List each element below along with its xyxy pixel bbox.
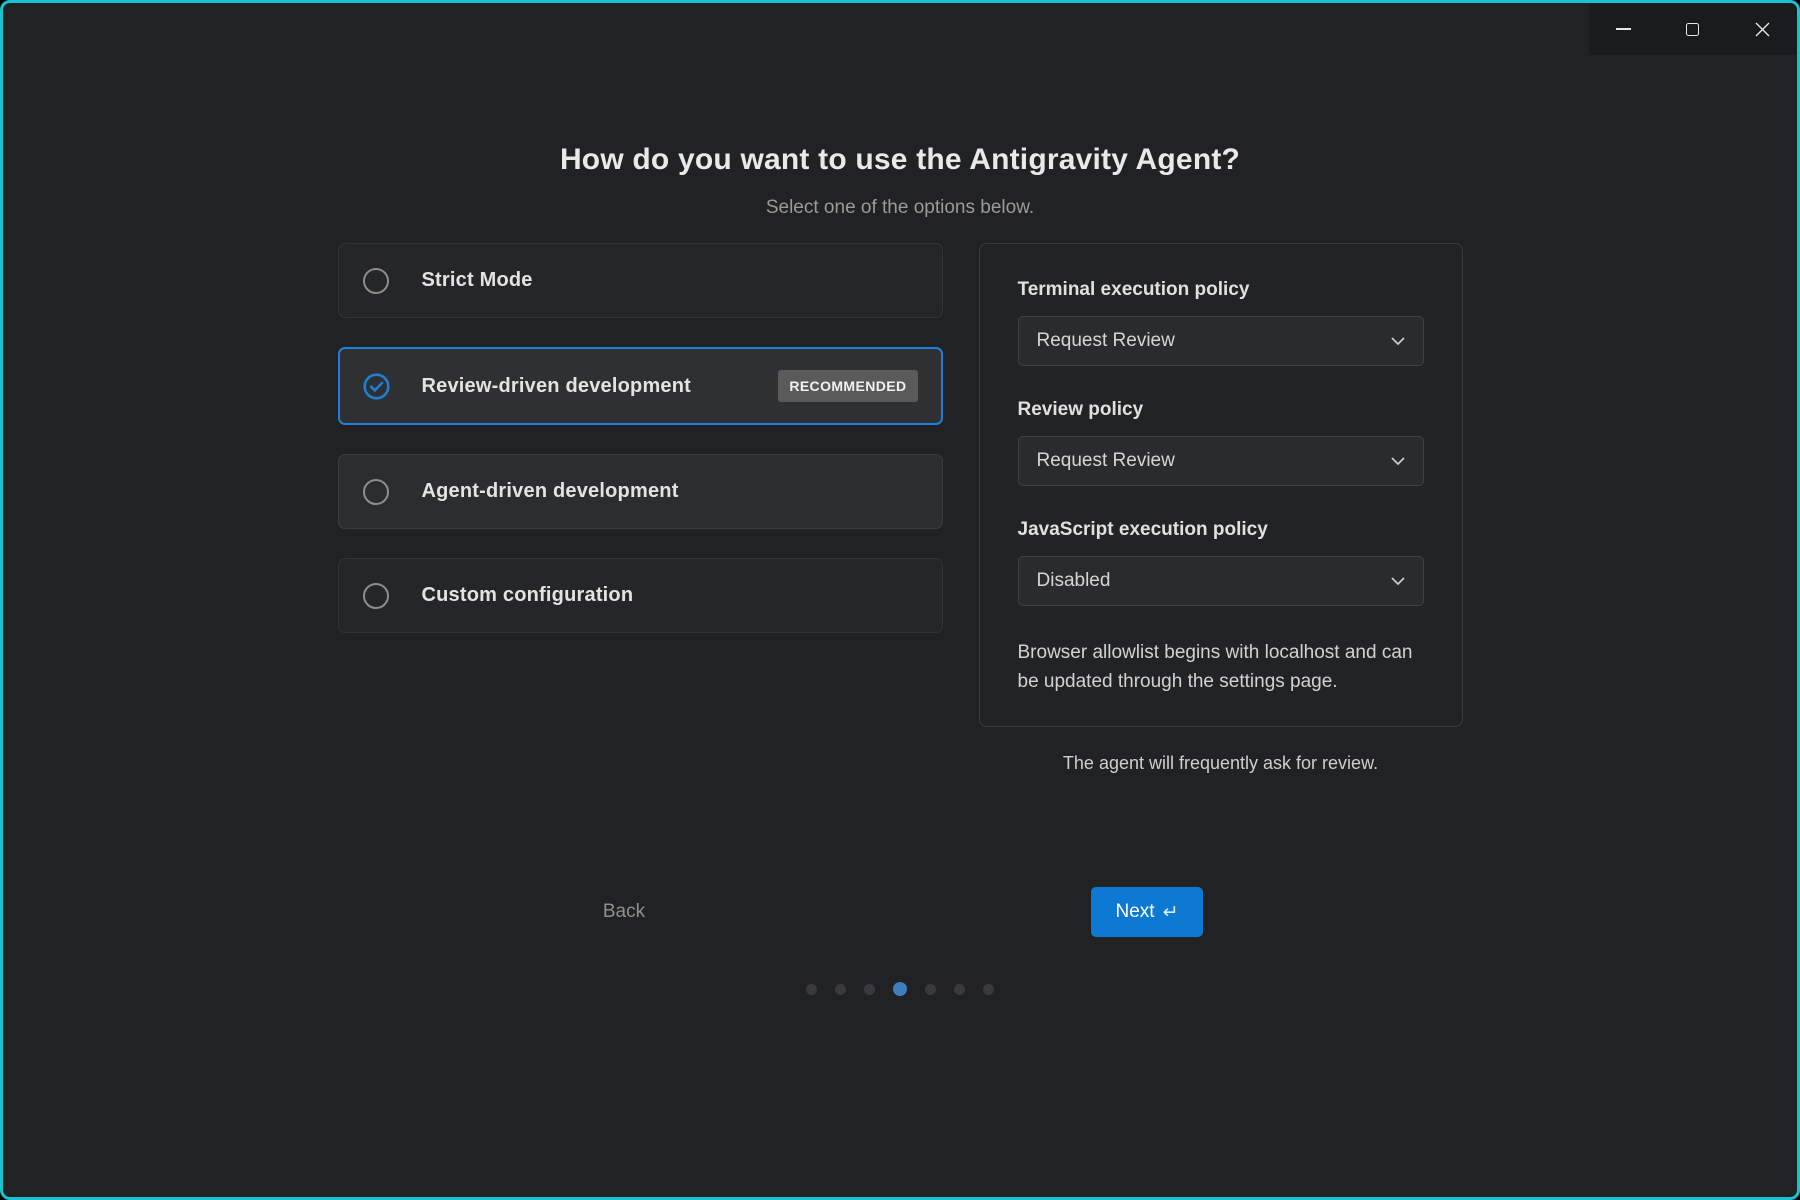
- recommended-badge: RECOMMENDED: [778, 370, 918, 402]
- progress-dot-active[interactable]: [893, 982, 907, 996]
- page-subtitle: Select one of the options below.: [765, 197, 1035, 218]
- progress-dot[interactable]: [983, 983, 994, 995]
- terminal-policy-select[interactable]: Request Review: [1017, 316, 1424, 366]
- radio-unselected-icon: [362, 267, 389, 294]
- option-label: Strict Mode: [421, 269, 533, 291]
- option-label: Review-driven development: [421, 374, 692, 397]
- radio-unselected-icon: [362, 478, 389, 505]
- progress-dot[interactable]: [954, 983, 965, 995]
- js-policy-label: JavaScript execution policy: [1017, 519, 1268, 540]
- option-strict-mode[interactable]: Strict Mode: [337, 243, 943, 318]
- radio-checked-icon: [362, 372, 390, 400]
- close-icon: [1755, 22, 1770, 36]
- progress-dot[interactable]: [925, 983, 936, 995]
- radio-unselected-icon: [362, 582, 389, 609]
- enter-key-icon: ↵: [1162, 901, 1179, 923]
- minimize-button[interactable]: [1589, 3, 1658, 55]
- policy-column: Terminal execution policy Request Review…: [978, 243, 1463, 774]
- mode-options-list: Strict Mode Review-driven development RE…: [337, 243, 943, 774]
- option-label: Custom configuration: [421, 584, 634, 606]
- option-agent-driven-development[interactable]: Agent-driven development: [337, 454, 943, 529]
- review-policy-label: Review policy: [1017, 399, 1144, 420]
- progress-dot[interactable]: [835, 983, 846, 995]
- option-label: Agent-driven development: [421, 480, 679, 502]
- next-button-label: Next: [1115, 901, 1155, 922]
- chevron-down-icon: [1391, 337, 1404, 345]
- chevron-down-icon: [1391, 577, 1404, 585]
- review-policy-select[interactable]: Request Review: [1017, 436, 1424, 486]
- terminal-policy-value: Request Review: [1036, 330, 1175, 351]
- maximize-icon: [1686, 22, 1700, 36]
- option-custom-configuration[interactable]: Custom configuration: [337, 558, 943, 633]
- policy-panel: Terminal execution policy Request Review…: [978, 243, 1463, 727]
- option-review-driven-development[interactable]: Review-driven development RECOMMENDED: [337, 347, 943, 425]
- review-policy-value: Request Review: [1036, 450, 1175, 471]
- js-policy-select[interactable]: Disabled: [1017, 556, 1424, 606]
- review-frequency-hint: The agent will frequently ask for review…: [1062, 753, 1379, 773]
- minimize-icon: [1616, 28, 1632, 30]
- progress-dots: [3, 981, 1797, 997]
- allowlist-note: Browser allowlist begins with localhost …: [1017, 642, 1413, 692]
- js-policy-value: Disabled: [1036, 570, 1111, 591]
- back-button[interactable]: Back: [574, 896, 674, 928]
- next-button[interactable]: Next ↵: [1091, 887, 1203, 937]
- titlebar-controls: [1589, 3, 1797, 55]
- main-columns: Strict Mode Review-driven development RE…: [3, 243, 1797, 774]
- close-button[interactable]: [1728, 3, 1797, 55]
- maximize-button[interactable]: [1658, 3, 1727, 55]
- progress-dot[interactable]: [864, 983, 875, 995]
- progress-dot[interactable]: [806, 983, 817, 995]
- chevron-down-icon: [1391, 457, 1404, 465]
- wizard-content: How do you want to use the Antigravity A…: [3, 3, 1797, 774]
- page-title: How do you want to use the Antigravity A…: [559, 143, 1241, 176]
- wizard-window: How do you want to use the Antigravity A…: [0, 0, 1800, 1200]
- terminal-policy-label: Terminal execution policy: [1017, 279, 1250, 300]
